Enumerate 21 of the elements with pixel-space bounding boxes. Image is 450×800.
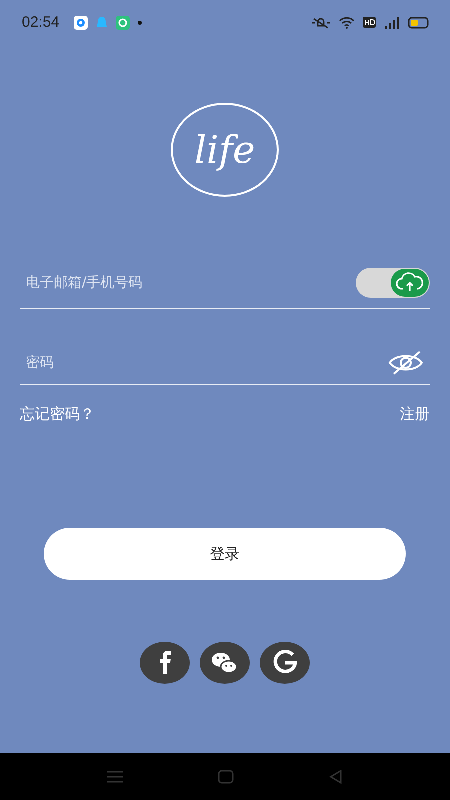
battery-icon bbox=[408, 16, 430, 28]
wechat-login-button[interactable] bbox=[200, 642, 250, 684]
password-field[interactable]: 密码 bbox=[20, 354, 54, 372]
forgot-password-link[interactable]: 忘记密码？ bbox=[20, 405, 95, 424]
status-time: 02:54 bbox=[22, 14, 60, 31]
mute-bell-icon bbox=[311, 16, 331, 28]
login-button[interactable]: 登录 bbox=[44, 528, 406, 580]
dot-icon bbox=[138, 20, 142, 24]
email-field[interactable]: 电子邮箱/手机号码 bbox=[20, 274, 143, 292]
app-notification-icon bbox=[116, 16, 130, 30]
signal-icon bbox=[384, 16, 400, 28]
hd-icon bbox=[363, 17, 376, 28]
register-link[interactable]: 注册 bbox=[400, 405, 430, 424]
cloud-toggle[interactable] bbox=[356, 268, 430, 298]
app-notification-icon bbox=[74, 16, 88, 30]
wifi-icon bbox=[339, 16, 355, 28]
google-login-button[interactable] bbox=[260, 642, 310, 684]
eye-hidden-icon[interactable] bbox=[388, 350, 424, 376]
logo-emblem: life bbox=[171, 103, 279, 197]
app-notification-icon bbox=[96, 16, 108, 30]
facebook-login-button[interactable] bbox=[140, 642, 190, 684]
